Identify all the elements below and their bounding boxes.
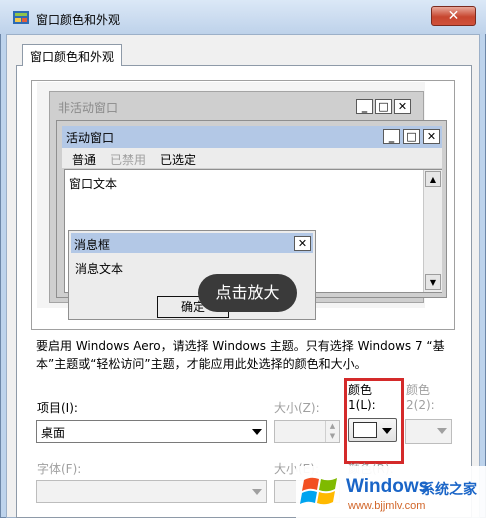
- spin-down-icon[interactable]: ▼: [326, 431, 339, 441]
- message-text: 消息文本: [75, 262, 124, 276]
- minimize-icon: _: [356, 99, 373, 114]
- close-icon: ✕: [394, 99, 411, 114]
- menu-item-selected[interactable]: 已选定: [160, 151, 196, 168]
- window-title: 窗口颜色和外观: [36, 13, 121, 27]
- tab-label: 窗口颜色和外观: [30, 50, 115, 64]
- menu-item-disabled[interactable]: 已禁用: [110, 151, 146, 168]
- tab-window-color-appearance[interactable]: 窗口颜色和外观: [22, 44, 122, 66]
- size-spinner[interactable]: ▲ ▼: [274, 420, 340, 443]
- close-icon: ✕: [294, 236, 311, 251]
- item-select-value: 桌面: [41, 426, 66, 440]
- chevron-down-icon: [437, 428, 447, 434]
- chevron-down-icon: [252, 429, 262, 435]
- app-icon: [13, 11, 29, 24]
- scrollbar[interactable]: ▲ ▼: [423, 170, 442, 292]
- watermark-site-name: 系统之家: [421, 482, 477, 498]
- minimize-icon: _: [383, 129, 400, 144]
- chevron-down-icon: [252, 489, 262, 495]
- zoom-tooltip[interactable]: 点击放大: [198, 274, 297, 312]
- spin-up-icon[interactable]: ▲: [326, 421, 339, 431]
- size-label: 大小(Z):: [274, 401, 320, 415]
- menu-item-normal[interactable]: 普通: [72, 151, 96, 168]
- color2-label-line2: 2(2):: [406, 398, 435, 412]
- color2-button[interactable]: [405, 419, 452, 444]
- watermark-url: www.bjjmlv.com: [348, 500, 426, 512]
- windows-logo-icon: [300, 477, 337, 505]
- maximize-icon: □: [403, 129, 420, 144]
- window-text: 窗口文本: [69, 177, 118, 191]
- active-window-title: 活动窗口: [66, 131, 115, 145]
- maximize-icon: □: [375, 99, 392, 114]
- inactive-window-title: 非活动窗口: [58, 101, 119, 115]
- item-select[interactable]: 桌面: [36, 420, 267, 443]
- color2-label-line1: 颜色: [406, 383, 431, 397]
- highlight-box: [344, 378, 404, 464]
- scroll-down-icon[interactable]: ▼: [425, 274, 441, 290]
- scroll-up-icon[interactable]: ▲: [425, 171, 441, 187]
- info-text: 要启用 Windows Aero，请选择 Windows 主题。只有选择 Win…: [36, 339, 445, 371]
- close-button[interactable]: ✕: [431, 6, 476, 26]
- message-box-title: 消息框: [74, 238, 111, 252]
- item-label: 项目(I):: [37, 401, 78, 415]
- close-icon: ✕: [423, 129, 440, 144]
- watermark-brand: Windows: [346, 476, 430, 497]
- spinner-buttons[interactable]: ▲ ▼: [325, 421, 339, 442]
- font-label: 字体(F):: [37, 462, 82, 476]
- font-select[interactable]: [36, 480, 267, 503]
